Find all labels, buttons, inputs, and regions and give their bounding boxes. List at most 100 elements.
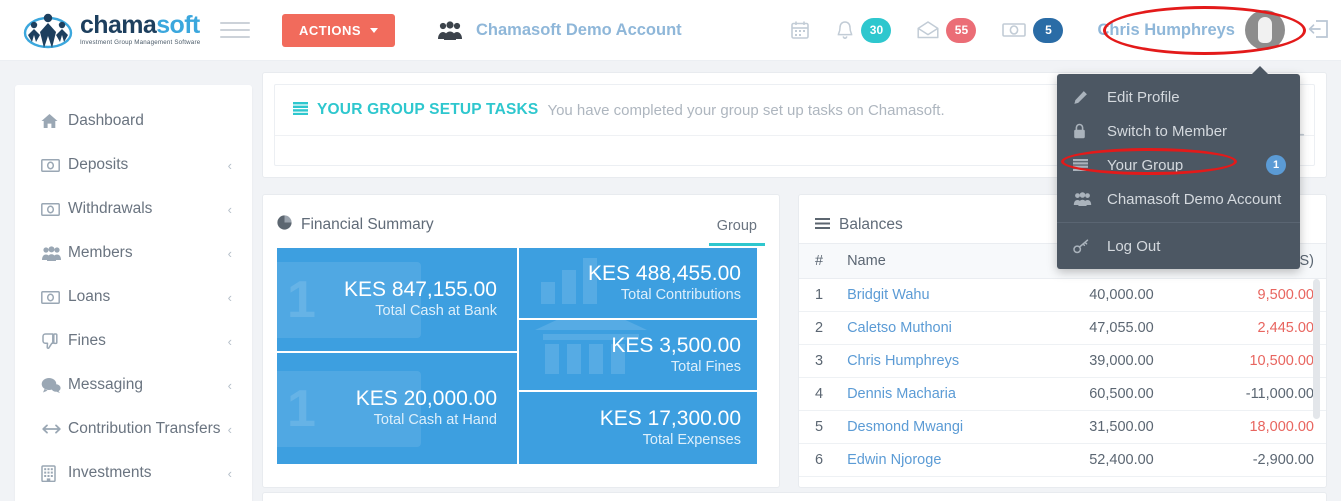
key-icon: [1073, 238, 1107, 254]
brand-name-part1: chama: [80, 11, 157, 40]
balances-scrollbar[interactable]: [1313, 279, 1320, 419]
table-row[interactable]: 6 Edwin Njoroge 52,400.00 -2,900.00: [799, 443, 1326, 477]
table-row[interactable]: 5 Desmond Mwangi 31,500.00 18,000.00: [799, 410, 1326, 444]
sidebar-chevron: ‹: [227, 377, 232, 393]
user-menu-trigger[interactable]: Chris Humphreys: [1097, 10, 1285, 50]
arrows-left-right-icon: [41, 423, 68, 435]
sidebar-item-loans[interactable]: Loans ‹: [15, 275, 252, 319]
sidebar-item-fines[interactable]: Fines ‹: [15, 319, 252, 363]
sidebar-chevron: ‹: [227, 201, 232, 217]
notifications-bell[interactable]: 30: [836, 17, 892, 43]
table-row[interactable]: 3 Chris Humphreys 39,000.00 10,500.00: [799, 344, 1326, 378]
column-header-index[interactable]: #: [799, 243, 836, 279]
cell-arrears: 2,445.00: [1165, 311, 1326, 345]
lock-icon: [1073, 123, 1107, 139]
dropdown-separator: [1057, 222, 1300, 223]
table-row[interactable]: 2 Caletso Muthoni 47,055.00 2,445.00: [799, 311, 1326, 345]
dropdown-item-your-group[interactable]: Your Group 1: [1057, 148, 1300, 182]
cell-name[interactable]: Dennis Macharia: [835, 377, 1032, 411]
chevron-down-icon: [370, 27, 378, 33]
tile-amount: KES 847,155.00: [344, 278, 497, 301]
cell-name[interactable]: Bridgit Wahu: [835, 278, 1032, 312]
hamburger-icon[interactable]: [220, 17, 250, 43]
sidebar-item-label: Withdrawals: [68, 200, 153, 217]
dropdown-item-switch-to-member[interactable]: Switch to Member: [1057, 114, 1300, 148]
sidebar-nav: Dashboard Deposits ‹ Withdrawals ‹ Membe…: [15, 85, 252, 501]
brand-logo[interactable]: chamasoft Investment Group Management So…: [0, 10, 210, 50]
dropdown-arrow: [1251, 66, 1269, 75]
table-row[interactable]: 4 Dennis Macharia 60,500.00 -11,000.00: [799, 377, 1326, 411]
tile-total-fines[interactable]: KES 3,500.00 Total Fines: [519, 320, 757, 392]
balances-title-wrap: Balances: [815, 216, 903, 234]
cell-arrears: 18,000.00: [1165, 410, 1326, 444]
member-link[interactable]: Edwin Njoroge: [847, 452, 941, 468]
tile-total-cash-at-hand[interactable]: KES 20,000.00 Total Cash at Hand: [277, 353, 517, 464]
sidebar-item-deposits[interactable]: Deposits ‹: [15, 143, 252, 187]
list-icon: [815, 216, 830, 234]
tile-label: Total Fines: [670, 358, 741, 375]
member-link[interactable]: Dennis Macharia: [847, 386, 956, 402]
thumbs-down-icon: [41, 333, 68, 349]
tile-total-expenses[interactable]: KES 17,300.00 Total Expenses: [519, 392, 757, 464]
cell-paid: 60,500.00: [1031, 377, 1166, 411]
tile-amount: KES 488,455.00: [588, 261, 741, 285]
list-icon: [293, 102, 308, 118]
sidebar-chevron: ‹: [227, 157, 232, 173]
sidebar-chevron: ‹: [227, 465, 232, 481]
list-icon: [1073, 159, 1107, 171]
column-header-name[interactable]: Name: [835, 243, 1032, 279]
brand-name-part2: soft: [156, 11, 200, 40]
chamasoft-people-logo-icon: [22, 10, 74, 50]
cell-index: 5: [799, 410, 836, 444]
dropdown-item-log-out[interactable]: Log Out: [1057, 229, 1300, 263]
payments-money[interactable]: 5: [1002, 17, 1064, 43]
cell-arrears: -2,900.00: [1165, 443, 1326, 477]
cell-paid: 52,400.00: [1031, 443, 1166, 477]
group-people-icon: [438, 20, 462, 40]
calendar-icon[interactable]: [790, 20, 810, 40]
cell-name[interactable]: Chris Humphreys: [835, 344, 1032, 378]
cell-paid: 40,000.00: [1031, 278, 1166, 312]
sidebar-chevron: ‹: [227, 289, 232, 305]
balances-title: Balances: [839, 216, 903, 233]
pencil-icon: [1073, 90, 1107, 105]
actions-button[interactable]: ACTIONS: [282, 13, 395, 47]
money-count-badge: 5: [1033, 17, 1064, 43]
member-link[interactable]: Chris Humphreys: [847, 353, 959, 369]
sidebar-item-members[interactable]: Members ‹: [15, 231, 252, 275]
messages-mail[interactable]: 55: [917, 17, 977, 43]
logout-arrow-icon[interactable]: [1307, 19, 1329, 42]
table-row[interactable]: 1 Bridgit Wahu 40,000.00 9,500.00: [799, 278, 1326, 312]
tile-total-contributions[interactable]: KES 488,455.00 Total Contributions: [519, 248, 757, 320]
cell-name[interactable]: Edwin Njoroge: [835, 443, 1032, 477]
dropdown-item-label: Chamasoft Demo Account: [1107, 190, 1282, 208]
balances-table: # Name Paid (KES) Arrears (KES) 1 Bridgi…: [799, 243, 1326, 477]
setup-tasks-title: YOUR GROUP SETUP TASKS: [317, 101, 539, 118]
tile-amount: KES 17,300.00: [599, 406, 741, 430]
top-header-bar: chamasoft Investment Group Management So…: [0, 0, 1341, 61]
cell-name[interactable]: Caletso Muthoni: [835, 311, 1032, 345]
member-link[interactable]: Bridgit Wahu: [847, 287, 929, 303]
sidebar-item-label: Loans: [68, 288, 111, 305]
sidebar-item-withdrawals[interactable]: Withdrawals ‹: [15, 187, 252, 231]
sidebar-chevron: ‹: [227, 245, 232, 261]
cell-name[interactable]: Desmond Mwangi: [835, 410, 1032, 444]
dropdown-item-label: Your Group: [1107, 156, 1184, 174]
sidebar-item-label: Fines: [68, 332, 106, 349]
pie-chart-icon: [277, 215, 292, 235]
dropdown-item-edit-profile[interactable]: Edit Profile: [1057, 80, 1300, 114]
member-link[interactable]: Caletso Muthoni: [847, 320, 952, 336]
tile-label: Total Expenses: [642, 431, 741, 448]
tab-group[interactable]: Group: [708, 213, 765, 246]
sidebar-item-investments[interactable]: Investments ‹: [15, 451, 252, 495]
account-switcher[interactable]: Chamasoft Demo Account: [437, 21, 682, 40]
tile-label: Total Cash at Bank: [375, 303, 497, 320]
tile-total-cash-at-bank[interactable]: KES 847,155.00 Total Cash at Bank: [277, 248, 517, 353]
sidebar-item-dashboard[interactable]: Dashboard: [15, 99, 252, 143]
member-link[interactable]: Desmond Mwangi: [847, 419, 963, 435]
sidebar-chevron: ‹: [227, 421, 232, 437]
sidebar-item-contribution-transfers[interactable]: Contribution Transfers ‹: [15, 407, 252, 451]
tile-amount: KES 3,500.00: [611, 333, 741, 357]
sidebar-item-messaging[interactable]: Messaging ‹: [15, 363, 252, 407]
dropdown-item-demo-account[interactable]: Chamasoft Demo Account: [1057, 182, 1300, 216]
